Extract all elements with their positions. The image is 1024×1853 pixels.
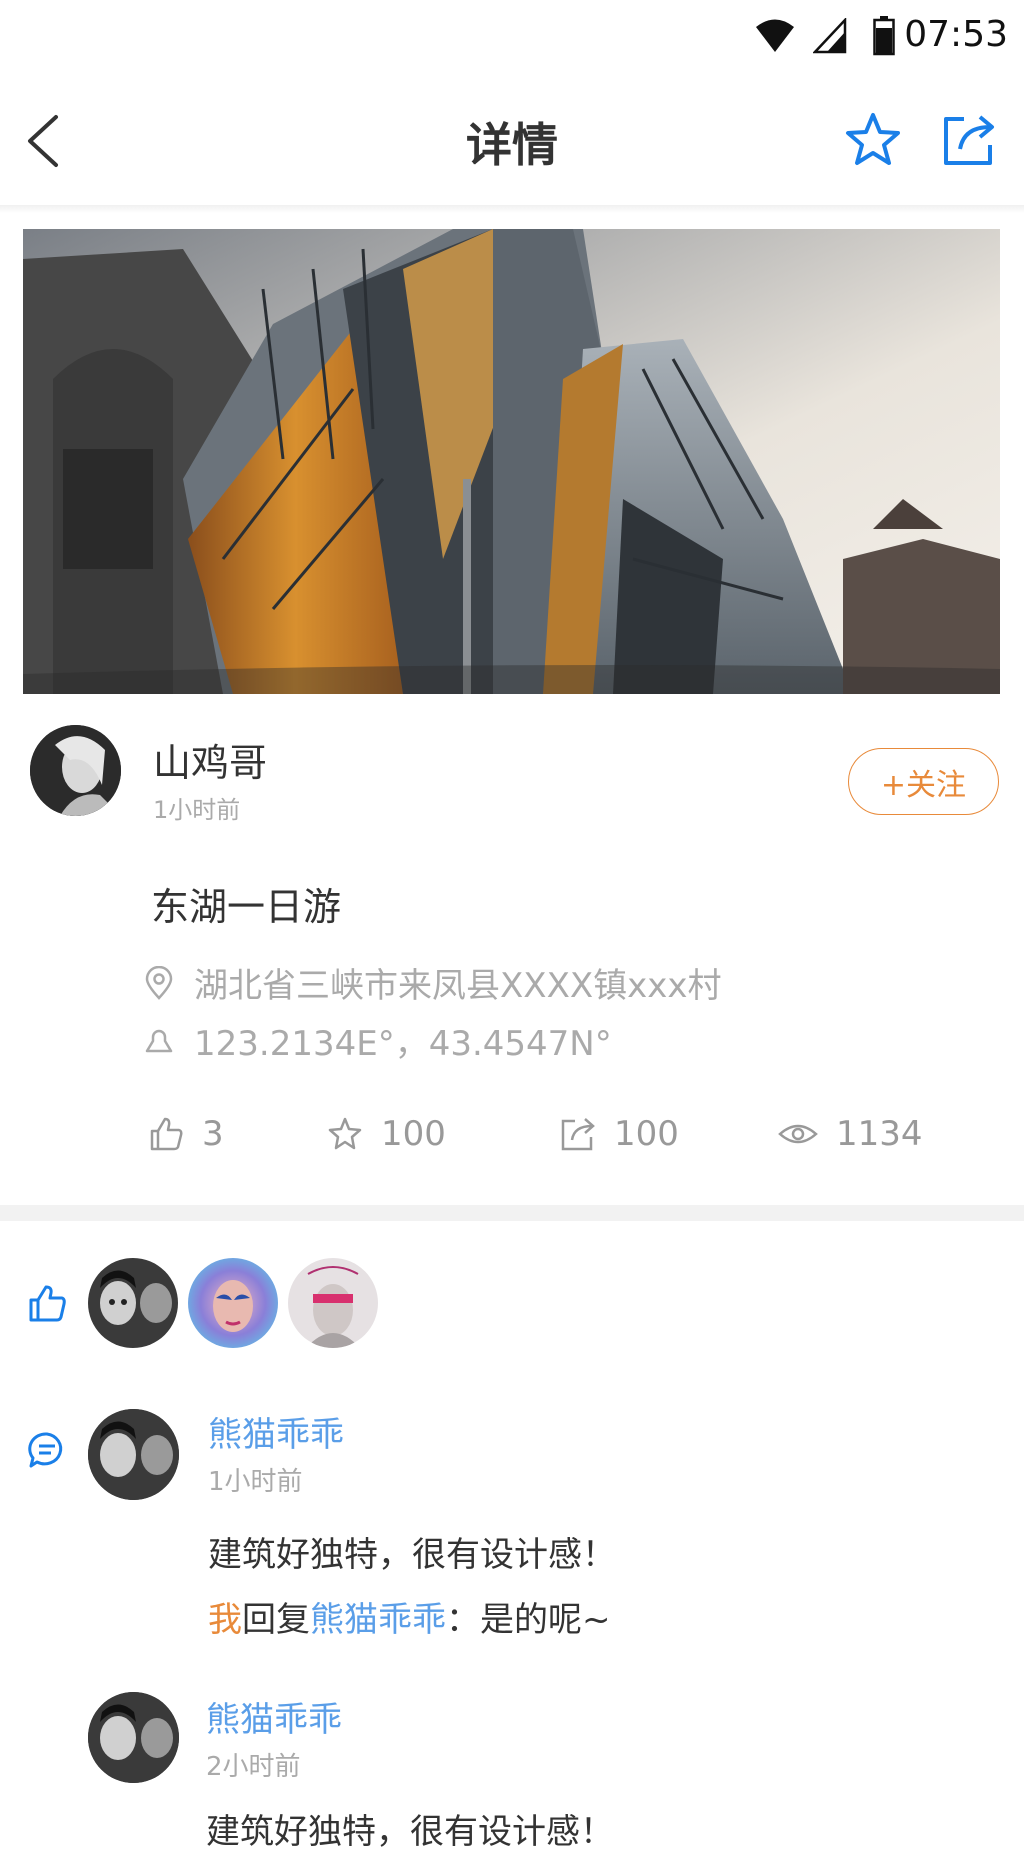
reply-text: ：是的呢~ [446,1600,611,1640]
share-icon[interactable] [940,111,998,169]
wifi-icon [756,19,794,52]
comment-item [88,1409,179,1500]
commenter-name[interactable]: 熊猫乖乖 [208,1407,344,1456]
coordinates-text: 123.2134E°，43.4547N° [194,1024,612,1064]
reply-target: 熊猫乖乖 [310,1600,446,1640]
share-count: 100 [614,1114,679,1154]
view-count: 1134 [836,1114,923,1154]
post-time: 1小时前 [153,796,241,824]
post-title: 东湖一日游 [151,885,342,929]
comment-time: 2小时前 [206,1752,301,1782]
nav-bar: 详情 [0,75,1024,205]
reply-verb: 回复 [242,1600,310,1640]
eye-icon [778,1124,818,1144]
commenter-avatar[interactable] [88,1409,179,1500]
coordinates-row: 123.2134E°，43.4547N° [144,1016,612,1065]
share-outline-icon [561,1118,595,1151]
commenter-avatar[interactable] [88,1692,179,1783]
signal-icon [813,18,847,54]
nav-divider [0,205,1024,213]
favorite-count: 100 [381,1114,446,1154]
thumbs-up-icon [150,1117,183,1151]
status-bar: 07:53 [0,0,1024,75]
reply-author: 我 [208,1600,242,1640]
liker-avatar[interactable] [188,1258,278,1348]
favorite-stat[interactable]: 100 [327,1114,446,1154]
comment-icon [28,1432,63,1468]
follow-button[interactable]: +关注 [848,748,999,815]
liker-avatar[interactable] [88,1258,178,1348]
section-divider [0,1205,1024,1221]
view-stat: 1134 [778,1114,923,1154]
like-count: 3 [202,1114,224,1154]
location-pin-icon [145,965,173,1000]
star-outline-icon [328,1117,362,1150]
liker-avatar[interactable] [288,1258,378,1348]
comment-text: 建筑好独特，很有设计感！ [208,1535,616,1575]
star-icon[interactable] [843,110,903,170]
battery-icon [873,16,895,56]
comment-time: 1小时前 [208,1467,303,1497]
like-stat[interactable]: 3 [148,1114,224,1154]
commenter-name[interactable]: 熊猫乖乖 [206,1692,342,1741]
author-name[interactable]: 山鸡哥 [153,732,267,787]
comment-item [88,1692,179,1783]
comment-text: 建筑好独特，很有设计感！ [206,1812,614,1852]
reply-line[interactable]: 我回复熊猫乖乖：是的呢~ [208,1592,611,1641]
author-avatar[interactable] [30,725,121,816]
status-time: 07:53 [904,14,1008,55]
share-stat[interactable]: 100 [560,1114,679,1154]
post-image[interactable] [23,229,1000,694]
coordinate-icon [145,1029,173,1052]
location-text: 湖北省三峡市来凤县XXXX镇xxx村 [194,966,722,1006]
liked-by-icon [29,1285,66,1322]
location-row: 湖北省三峡市来凤县XXXX镇xxx村 [144,958,722,1007]
